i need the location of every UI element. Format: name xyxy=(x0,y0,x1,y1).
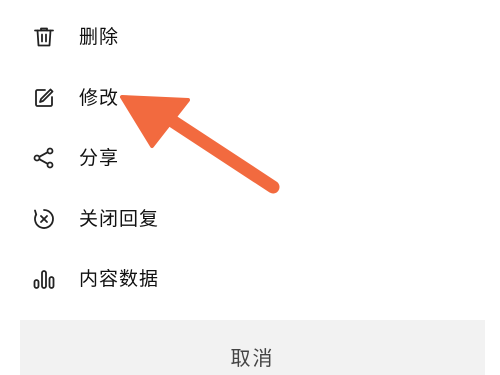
menu-item-content-data[interactable]: 内容数据 xyxy=(0,249,500,309)
menu-item-close-replies[interactable]: 关闭回复 xyxy=(0,189,500,249)
cancel-label: 取消 xyxy=(230,346,275,370)
bar-chart-icon xyxy=(30,265,58,293)
close-circle-icon xyxy=(30,205,58,233)
menu-item-delete[interactable]: 删除 xyxy=(0,7,500,67)
menu-item-label: 分享 xyxy=(79,147,120,169)
menu-item-label: 删除 xyxy=(79,26,120,48)
share-icon xyxy=(30,144,58,172)
menu-item-share[interactable]: 分享 xyxy=(0,128,500,188)
trash-icon xyxy=(30,23,58,51)
action-sheet: 删除 修改 分享 关闭回复 内容数据 取消 xyxy=(0,0,500,375)
edit-icon xyxy=(30,84,58,112)
menu-item-label: 修改 xyxy=(79,87,120,109)
menu-item-label: 关闭回复 xyxy=(79,208,160,230)
cancel-button[interactable]: 取消 xyxy=(20,320,485,375)
menu-item-edit[interactable]: 修改 xyxy=(0,68,500,128)
menu-item-label: 内容数据 xyxy=(79,268,160,290)
